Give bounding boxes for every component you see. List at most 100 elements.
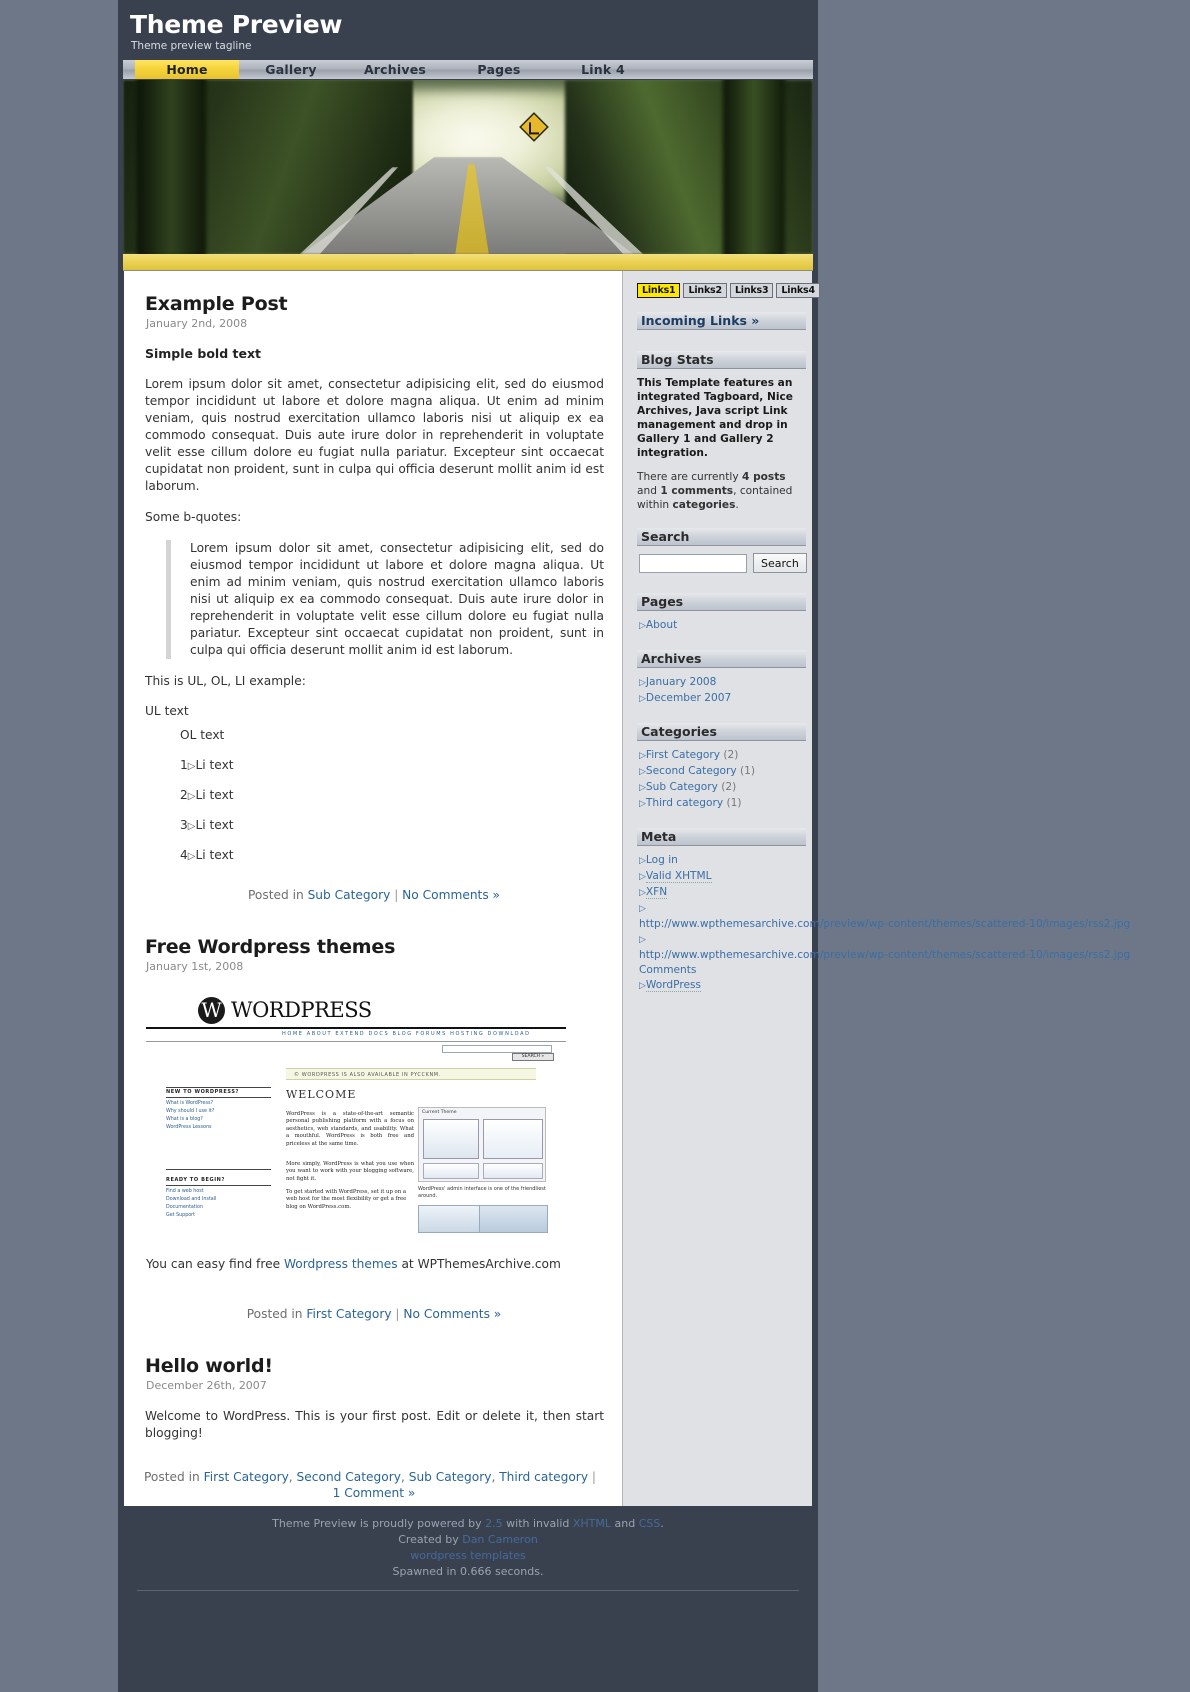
screenshot-panel-heading: Current Theme [422,1110,457,1115]
post-category-link[interactable]: Third category [499,1470,588,1484]
search-button[interactable]: Search [753,553,807,573]
links-tab-4[interactable]: Links4 [776,283,820,298]
meta-heading: Meta [637,828,806,846]
screenshot-theme-thumb [423,1119,479,1159]
page-link-about[interactable]: About [646,619,677,631]
counts-end: . [735,499,739,511]
meta-link-valid-xhtml[interactable]: Valid XHTML [645,870,712,883]
list-item: ▷Third category (1) [639,796,808,812]
archives-heading: Archives [637,650,806,668]
post-category-link[interactable]: Sub Category [409,1470,492,1484]
counts-pre: There are currently [637,471,743,483]
category-count: (1) [740,765,756,777]
nav-item-home[interactable]: Home [135,60,239,79]
list-item: ▷First Category (2) [639,748,808,764]
footer-templates-link[interactable]: wordpress templates [410,1549,525,1562]
footer-xhtml-link[interactable]: XHTML [573,1517,611,1530]
ol-number: 3 [180,818,188,832]
post-blockquote: Lorem ipsum dolor sit amet, consectetur … [166,540,604,659]
footer-line-3: wordpress templates [123,1548,813,1564]
chevron-right-icon: ▷ [639,621,646,631]
post-meta: Posted in First Category, Second Categor… [144,1470,604,1500]
caption-before: You can easy find free [146,1257,284,1271]
category-link[interactable]: Third category [646,797,723,809]
meta-link-xfn[interactable]: XFN [645,886,668,899]
list-item: ▷Sub Category (2) [639,780,808,796]
nav-item-gallery[interactable]: Gallery [239,60,343,79]
post-title[interactable]: Example Post [145,293,604,315]
post-meta-separator: | [394,888,399,902]
post-category-link[interactable]: Second Category [297,1470,401,1484]
post-title[interactable]: Free Wordpress themes [145,936,604,958]
list-item: ▷About [639,618,808,634]
footer-and: and [611,1517,639,1530]
list-item: ▷Valid XHTML [639,869,808,885]
screenshot-left-heading: NEW TO WORDPRESS? [166,1089,271,1098]
blockquote-intro: Some b-quotes: [145,510,242,524]
archive-link[interactable]: December 2007 [646,692,731,704]
category-link[interactable]: First Category [646,749,720,761]
links-tab-1[interactable]: Links1 [637,283,681,298]
list-item: ▷XFN [639,885,808,901]
meta-link-wordpress[interactable]: WordPress [645,979,702,992]
footer-created-pre: Created by [398,1533,463,1546]
search-input[interactable] [639,553,747,573]
screenshot-theme-thumb [483,1119,543,1159]
footer-author-link[interactable]: Dan Cameron [462,1533,538,1546]
post-comments-link[interactable]: No Comments » [402,888,500,902]
caption-after: at WPThemesArchive.com [397,1257,561,1271]
post-date: January 2nd, 2008 [146,317,248,330]
ol-item: 4▷Li text [180,848,604,862]
screenshot-welcome-heading: WELCOME [286,1088,357,1101]
wordpress-mark-icon: W [198,996,225,1024]
ol-number: 2 [180,788,188,802]
site-header: Theme Preview Theme preview tagline [118,0,818,60]
links-tab-bar: Links1 Links2 Links3 Links4 [637,283,820,298]
screenshot-ready-item: Download and Install [166,1197,217,1202]
nav-item-archives[interactable]: Archives [343,60,447,79]
footer-line-2: Created by Dan Cameron [123,1532,813,1548]
screenshot-left-item: What is WordPress? [166,1101,213,1106]
banner-tree-trunk-right [723,80,786,254]
post-date: January 1st, 2008 [146,960,244,973]
post-category-link[interactable]: First Category [306,1307,391,1321]
links-tab-3[interactable]: Links3 [729,283,774,298]
ol-item: 2▷Li text [180,788,604,802]
post-meta: Posted in Sub Category | No Comments » [144,888,604,902]
screenshot-ready-heading: READY TO BEGIN? [166,1177,271,1186]
pages-heading: Pages [637,593,806,611]
meta-link-login[interactable]: Log in [646,854,678,866]
chevron-right-icon: ▷ [639,888,646,898]
meta-feed-url-1[interactable]: http://www.wpthemesarchive.com/preview/w… [639,917,1130,932]
wordpress-themes-link[interactable]: Wordpress themes [284,1257,398,1271]
post-category-link[interactable]: Sub Category [308,888,391,902]
footer-css-link[interactable]: CSS [639,1517,661,1530]
chevron-right-icon: ▷ [639,783,646,793]
screenshot-notice: © WORDPRESS IS ALSO AVAILABLE IN PYCCKNM… [286,1068,536,1080]
blog-stats-heading: Blog Stats [637,351,806,369]
links-tab-2[interactable]: Links2 [683,283,727,298]
post-comments-link[interactable]: 1 Comment » [333,1486,416,1500]
meta-feed-label-comments[interactable]: Comments [639,963,808,978]
nav-item-link-4[interactable]: Link 4 [551,60,655,79]
demo-ordered-list: OL text 1▷Li text 2▷Li text 3▷Li text 4▷… [180,728,604,862]
post-category-link[interactable]: First Category [204,1470,289,1484]
category-link[interactable]: Second Category [646,765,737,777]
post-comments-link[interactable]: No Comments » [403,1307,501,1321]
archive-link[interactable]: January 2008 [646,676,717,688]
categories-heading: Categories [637,723,806,741]
post-date: December 26th, 2007 [146,1379,267,1392]
ol-item-label: OL text [180,728,225,742]
nav-item-pages[interactable]: Pages [447,60,551,79]
post-title[interactable]: Hello world! [145,1355,604,1377]
wordpress-wordmark: WORDPRESS [231,998,372,1022]
post-count: 4 posts [742,471,786,483]
incoming-links-heading[interactable]: Incoming Links » [637,312,806,330]
meta-feed-url-2[interactable]: http://www.wpthemesarchive.com/preview/w… [639,948,1130,963]
category-link[interactable]: Sub Category [646,781,718,793]
chevron-right-icon: ▷ [639,872,646,882]
post-comments-row: 1 Comment » [144,1486,604,1500]
footer-version-link[interactable]: 2.5 [485,1517,503,1530]
